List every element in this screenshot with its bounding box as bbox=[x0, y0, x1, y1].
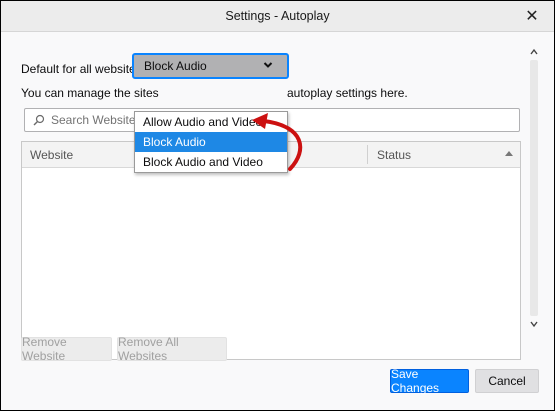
chevron-down-icon bbox=[263, 62, 273, 68]
column-header-status[interactable]: Status bbox=[377, 148, 411, 162]
title-bar: Settings - Autoplay ✕ bbox=[1, 1, 554, 32]
default-label: Default for all websites: bbox=[21, 62, 146, 76]
settings-dialog: Settings - Autoplay ✕ Default for all we… bbox=[0, 0, 555, 411]
window-title: Settings - Autoplay bbox=[225, 9, 330, 23]
search-icon bbox=[33, 114, 45, 126]
manage-description: You can manage the sites bbox=[21, 86, 159, 100]
manage-text-before: You can manage the sites bbox=[21, 86, 159, 100]
cancel-button[interactable]: Cancel bbox=[475, 369, 539, 393]
default-autoplay-select[interactable]: Block Audio bbox=[132, 53, 289, 79]
dialog-scrollbar[interactable] bbox=[528, 44, 540, 330]
column-header-website[interactable]: Website bbox=[30, 148, 73, 162]
sort-ascending-icon[interactable] bbox=[505, 150, 513, 156]
annotation-arrow-icon bbox=[252, 113, 303, 171]
scroll-down-icon[interactable] bbox=[530, 320, 538, 328]
manage-text-after: autoplay settings here. bbox=[287, 86, 408, 100]
close-icon[interactable]: ✕ bbox=[523, 7, 541, 25]
scrollbar-track[interactable] bbox=[530, 60, 538, 316]
remove-all-websites-button[interactable]: Remove All Websites bbox=[117, 335, 227, 363]
remove-website-button[interactable]: Remove Website bbox=[21, 335, 112, 363]
scroll-up-icon[interactable] bbox=[530, 48, 538, 56]
dialog-content: Default for all websites: Block Audio Yo… bbox=[1, 32, 554, 410]
column-divider[interactable] bbox=[367, 145, 368, 164]
select-value: Block Audio bbox=[144, 59, 207, 73]
save-changes-button[interactable]: Save Changes bbox=[390, 367, 469, 395]
websites-table: Website Status bbox=[21, 141, 521, 360]
